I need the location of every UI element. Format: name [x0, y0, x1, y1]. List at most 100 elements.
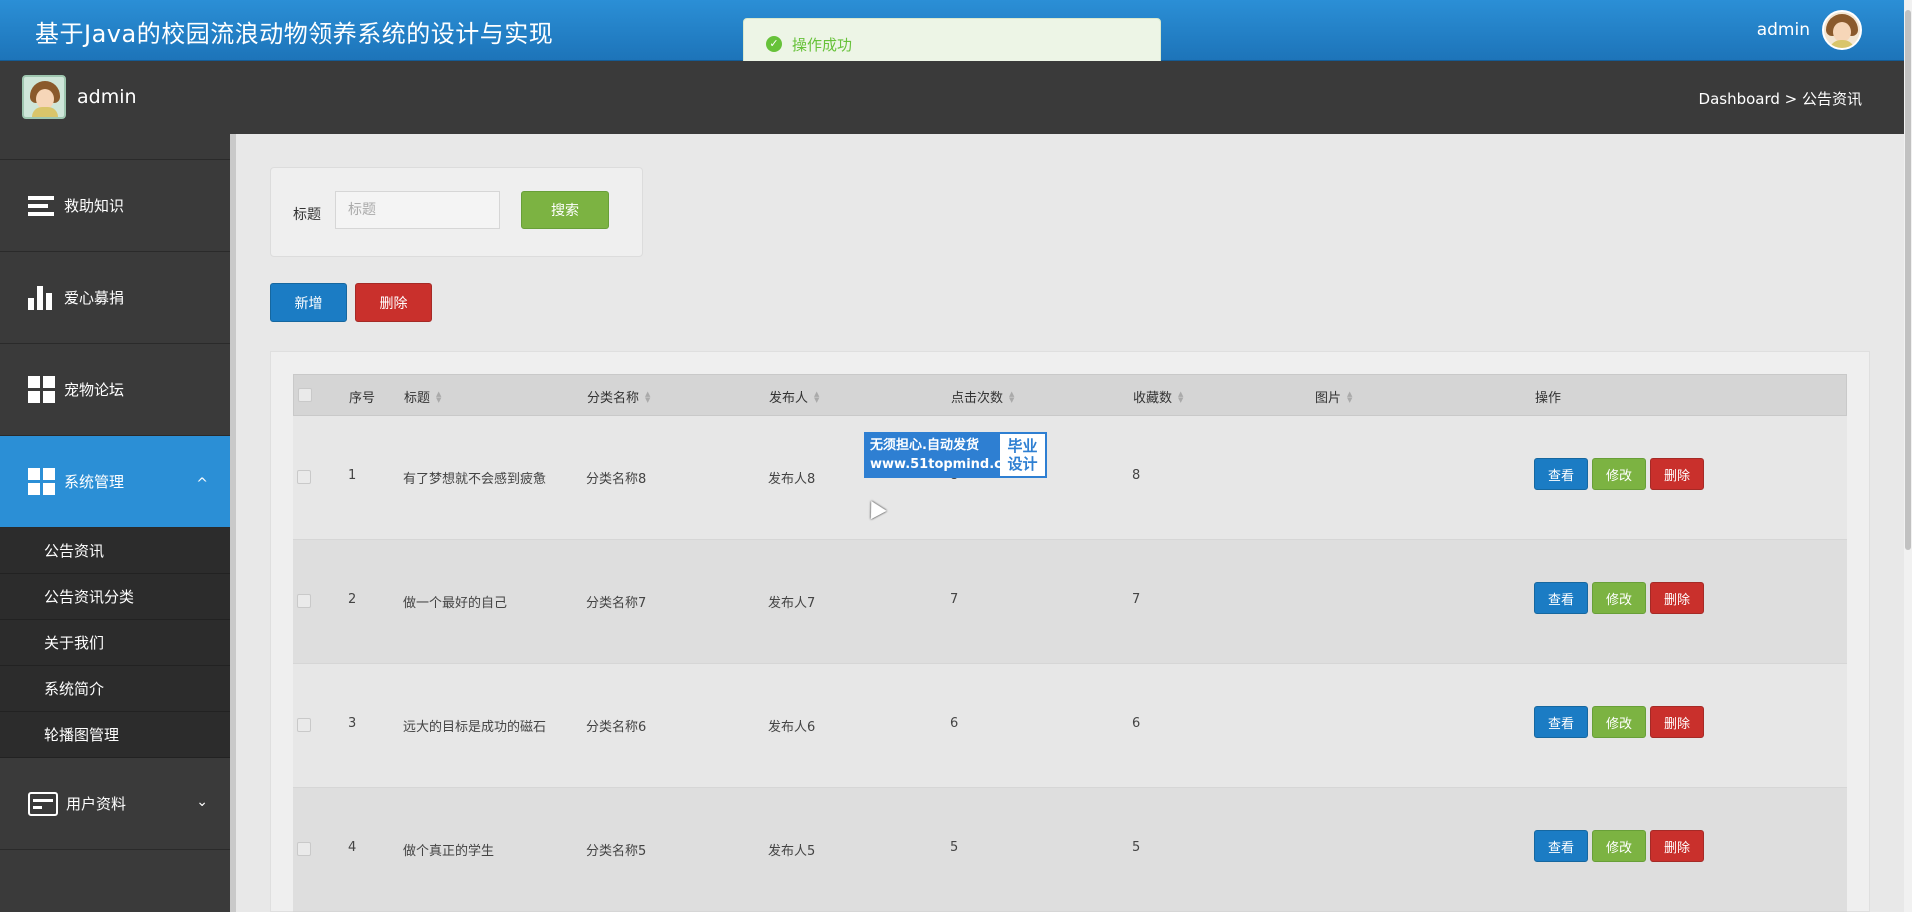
- row-checkbox[interactable]: [297, 594, 311, 608]
- sidebar-subitem-carousel-management[interactable]: 轮播图管理: [0, 712, 230, 758]
- cell-index: 4: [348, 840, 357, 855]
- app-title: 基于Java的校园流浪动物领养系统的设计与实现: [35, 20, 554, 48]
- cell-category: 分类名称5: [586, 844, 647, 859]
- col-title[interactable]: 标题 ▲ ▼: [404, 387, 441, 406]
- sidebar-item-rescue-knowledge[interactable]: 救助知识: [0, 160, 230, 252]
- cell-title: 做一个最好的自己: [403, 596, 508, 611]
- sidebar-item-user-profile[interactable]: 用户资料 ⌄: [0, 758, 230, 850]
- add-button[interactable]: 新增: [270, 283, 347, 322]
- edit-button[interactable]: 修改: [1592, 830, 1646, 862]
- cell-category: 分类名称7: [586, 596, 647, 611]
- page-scrollbar[interactable]: [1904, 0, 1912, 912]
- cell-category: 分类名称8: [586, 472, 647, 487]
- bar-chart-icon: [28, 284, 56, 312]
- col-index: 序号: [349, 391, 376, 406]
- cell-publisher: 发布人7: [768, 596, 816, 611]
- view-button[interactable]: 查看: [1534, 582, 1588, 614]
- view-button[interactable]: 查看: [1534, 830, 1588, 862]
- cell-index: 2: [348, 592, 357, 607]
- cell-clicks: 7: [950, 592, 959, 607]
- sort-icon: ▲ ▼: [1178, 389, 1184, 404]
- sidebar-item-label: 用户资料: [66, 795, 127, 813]
- table-row: 2 做一个最好的自己 分类名称7 发布人7 7 7 查看 修改 删除: [293, 540, 1847, 664]
- chevron-up-icon[interactable]: ^: [196, 476, 208, 492]
- table-row: 1 有了梦想就不会感到疲惫 分类名称8 发布人8 8 8 查看 修改 删除: [293, 416, 1847, 540]
- sort-icon: ▲ ▼: [1009, 389, 1015, 404]
- cell-index: 1: [348, 468, 357, 483]
- cell-publisher: 发布人6: [768, 720, 816, 735]
- sidebar-user-name: admin: [77, 86, 137, 108]
- sidebar-scroll-strip: [230, 134, 236, 912]
- announcement-table: 序号 标题 ▲ ▼ 分类名称 ▲ ▼ 发布人 ▲ ▼ 点击次数 ▲ ▼ 收藏数 ▲ ▼ 图片 ▲ ▼ 操…: [270, 351, 1870, 912]
- row-checkbox[interactable]: [297, 718, 311, 732]
- col-favorites[interactable]: 收藏数 ▲ ▼: [1133, 387, 1183, 406]
- watermark-right2: 设计: [1007, 455, 1038, 473]
- cell-favorites: 7: [1132, 592, 1141, 607]
- grid-icon: [28, 467, 56, 496]
- watermark-line1: 无须担心.自动发货: [870, 438, 979, 453]
- delete-button[interactable]: 删除: [1650, 458, 1704, 490]
- breadcrumb: Dashboard > 公告资讯: [1698, 90, 1862, 108]
- delete-button[interactable]: 删除: [1650, 830, 1704, 862]
- sidebar-subitem-about-us[interactable]: 关于我们: [0, 620, 230, 666]
- batch-delete-button[interactable]: 删除: [355, 283, 432, 322]
- edit-button[interactable]: 修改: [1592, 458, 1646, 490]
- sub-header: admin Dashboard > 公告资讯: [0, 61, 1904, 134]
- cell-title: 有了梦想就不会感到疲惫: [403, 472, 547, 487]
- watermark-badge: 无须担心.自动发货 www.51topmind.com 毕业 设计: [864, 432, 1047, 478]
- grid-icon: [28, 375, 56, 404]
- edit-button[interactable]: 修改: [1592, 582, 1646, 614]
- select-all-checkbox[interactable]: [298, 388, 312, 402]
- view-button[interactable]: 查看: [1534, 706, 1588, 738]
- sidebar-subitem-system-intro[interactable]: 系统简介: [0, 666, 230, 712]
- sidebar-item-system-management[interactable]: 系统管理 ^: [0, 436, 230, 528]
- col-category[interactable]: 分类名称 ▲ ▼: [587, 387, 650, 406]
- title-search-input[interactable]: [335, 191, 500, 229]
- sort-icon: ▲ ▼: [814, 389, 820, 404]
- header-user-name[interactable]: admin: [1757, 20, 1810, 40]
- cell-publisher: 发布人8: [768, 472, 816, 487]
- id-card-icon: [28, 791, 58, 816]
- search-label: 标题: [293, 207, 321, 223]
- edit-button[interactable]: 修改: [1592, 706, 1646, 738]
- row-checkbox[interactable]: [297, 470, 311, 484]
- sidebar-item-label: 爱心募捐: [64, 289, 125, 307]
- sidebar-item-label: 系统管理: [64, 473, 125, 491]
- table-row: 3 远大的目标是成功的磁石 分类名称6 发布人6 6 6 查看 修改 删除: [293, 664, 1847, 788]
- cell-category: 分类名称6: [586, 720, 647, 735]
- sidebar-subitem-announcements[interactable]: 公告资讯: [0, 528, 230, 574]
- search-panel: 标题 搜索: [270, 167, 643, 257]
- delete-button[interactable]: 删除: [1650, 706, 1704, 738]
- check-circle-icon: ✓: [766, 36, 782, 52]
- scrollbar-thumb[interactable]: [1905, 10, 1911, 550]
- watermark-right1: 毕业: [1007, 437, 1038, 455]
- sidebar-item-pet-forum[interactable]: 宠物论坛: [0, 344, 230, 436]
- delete-button[interactable]: 删除: [1650, 582, 1704, 614]
- table-header: 序号 标题 ▲ ▼ 分类名称 ▲ ▼ 发布人 ▲ ▼ 点击次数 ▲ ▼ 收藏数 ▲ ▼ 图片 ▲ ▼ 操…: [293, 374, 1847, 416]
- chevron-down-icon[interactable]: ⌄: [196, 794, 208, 810]
- table-row: 4 做个真正的学生 分类名称5 发布人5 5 5 查看 修改 删除: [293, 788, 1847, 912]
- search-button[interactable]: 搜索: [521, 191, 609, 229]
- cell-clicks: 6: [950, 716, 959, 731]
- row-checkbox[interactable]: [297, 842, 311, 856]
- sidebar-subitem-announcement-categories[interactable]: 公告资讯分类: [0, 574, 230, 620]
- sort-icon: ▲ ▼: [436, 389, 442, 404]
- header-avatar[interactable]: [1822, 10, 1862, 50]
- cell-index: 3: [348, 716, 357, 731]
- sidebar-item-donation[interactable]: 爱心募捐: [0, 252, 230, 344]
- cell-clicks: 5: [950, 840, 959, 855]
- sidebar: 救助知识 爱心募捐 宠物论坛 系统管理 ^ 公告资讯 公告资讯分类 关于我们 系…: [0, 134, 236, 912]
- sidebar-avatar: [22, 75, 66, 119]
- watermark-url: www.51topmind.com: [870, 457, 1025, 472]
- col-image[interactable]: 图片 ▲ ▼: [1315, 387, 1352, 406]
- col-publisher[interactable]: 发布人 ▲ ▼: [769, 387, 819, 406]
- cell-favorites: 5: [1132, 840, 1141, 855]
- col-clicks[interactable]: 点击次数 ▲ ▼: [951, 387, 1014, 406]
- view-button[interactable]: 查看: [1534, 458, 1588, 490]
- cell-title: 做个真正的学生: [403, 844, 495, 859]
- cell-favorites: 6: [1132, 716, 1141, 731]
- sort-icon: ▲ ▼: [1347, 389, 1353, 404]
- header-user-menu[interactable]: admin: [1757, 10, 1862, 50]
- sort-icon: ▲ ▼: [645, 389, 651, 404]
- sidebar-item-label: 宠物论坛: [64, 381, 125, 399]
